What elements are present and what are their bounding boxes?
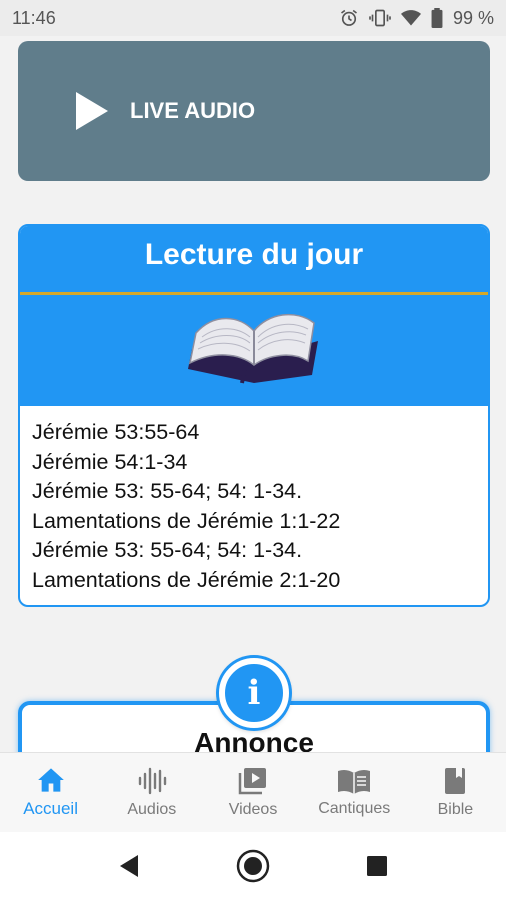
live-audio-card[interactable]: LIVE AUDIO xyxy=(18,41,490,181)
reading-line: Lamentations de Jérémie 1:1-22 xyxy=(32,508,341,533)
video-library-icon xyxy=(238,767,266,794)
status-time: 11:46 xyxy=(12,7,56,28)
recents-icon[interactable] xyxy=(366,855,388,877)
reading-line: Jérémie 53: 55-64; 54: 1-34. xyxy=(32,479,303,503)
nav-label: Accueil xyxy=(23,798,78,818)
daily-reading-header: Lecture du jour xyxy=(20,226,488,406)
open-bible-icon xyxy=(188,313,318,384)
nav-item-videos[interactable]: Videos xyxy=(202,753,303,832)
alarm-icon xyxy=(340,9,357,26)
home-icon xyxy=(37,767,64,792)
reading-line: Jérémie 53: 55-64; 54: 1-34. xyxy=(32,538,303,562)
nav-item-audios[interactable]: Audios xyxy=(101,753,202,832)
nav-label: Bible xyxy=(437,800,474,818)
open-book-icon xyxy=(338,769,371,794)
bottom-navigation: Accueil Audios Videos Cantiques Bible xyxy=(0,752,506,832)
home-content[interactable]: LIVE AUDIO Lecture du jour Jérémie 53:55… xyxy=(0,36,506,752)
reading-list: Jérémie 53:55-64 Jérémie 54:1-34 Jérémie… xyxy=(20,406,488,595)
daily-reading-card[interactable]: Lecture du jour Jérémie 53:55-64 Jérémie… xyxy=(18,224,490,607)
reading-line: Jérémie 53:55-64 xyxy=(32,420,200,444)
nav-label: Videos xyxy=(228,800,278,818)
play-icon xyxy=(76,92,108,130)
wifi-icon xyxy=(400,10,421,26)
nav-item-accueil[interactable]: Accueil xyxy=(0,753,101,832)
audio-wave-icon xyxy=(138,767,166,794)
status-bar: 11:46 99 % xyxy=(0,0,506,36)
daily-reading-title: Lecture du jour xyxy=(144,238,364,271)
nav-label: Audios xyxy=(127,800,177,818)
nav-item-cantiques[interactable]: Cantiques xyxy=(304,753,405,832)
info-icon: i xyxy=(219,658,289,728)
nav-item-bible[interactable]: Bible xyxy=(405,753,506,832)
live-audio-label: LIVE AUDIO xyxy=(130,98,256,123)
nav-label: Cantiques xyxy=(318,799,391,817)
info-badge-letter: i xyxy=(247,673,261,713)
battery-percent: 99 % xyxy=(452,7,494,28)
bible-icon xyxy=(445,767,466,794)
reading-line: Lamentations de Jérémie 2:1-20 xyxy=(32,567,341,592)
battery-icon xyxy=(431,8,443,28)
vibrate-icon xyxy=(369,9,391,27)
reading-line: Jérémie 54:1-34 xyxy=(32,449,188,474)
system-navigation-bar xyxy=(0,832,506,900)
status-icons: 99 % xyxy=(339,8,494,29)
home-button-icon[interactable] xyxy=(236,849,270,883)
back-icon[interactable] xyxy=(118,854,140,878)
